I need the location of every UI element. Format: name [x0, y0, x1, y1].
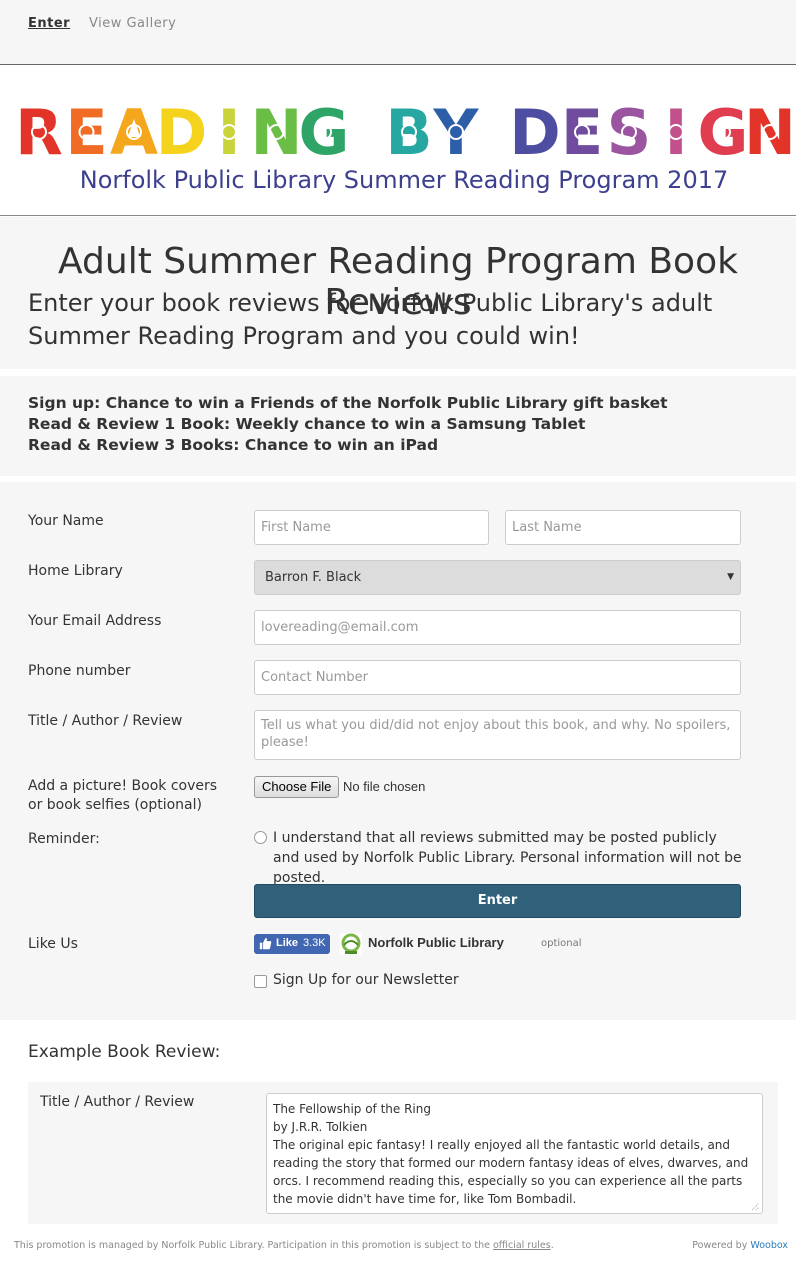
- banner-letter: N: [744, 96, 796, 169]
- banner-letter: D: [509, 96, 560, 169]
- powered-by-text: Powered by: [692, 1240, 748, 1251]
- banner-letter: A: [110, 96, 158, 169]
- banner-letter: Y: [433, 96, 480, 169]
- dropdown-caret-icon: ▼: [727, 572, 734, 582]
- nav-gallery-tab[interactable]: View Gallery: [89, 16, 176, 31]
- review-textarea[interactable]: Tell us what you did/did not enjoy about…: [254, 710, 741, 760]
- banner-letter-glyph: B: [385, 96, 432, 169]
- picture-label: Add a picture! Book covers or book selfi…: [28, 778, 218, 813]
- nav-enter-tab[interactable]: Enter: [28, 16, 70, 31]
- example-book-title: The Fellowship of the Ring: [273, 1102, 431, 1116]
- example-review-text: The original epic fantasy! I really enjo…: [273, 1138, 749, 1206]
- program-banner: READINGBYDESIGN Norfolk Public Library S…: [0, 66, 796, 216]
- banner-letter: R: [15, 96, 63, 169]
- banner-letter: B: [385, 96, 432, 169]
- banner-letter: G: [698, 96, 749, 169]
- facebook-page-name[interactable]: Norfolk Public Library: [368, 935, 504, 950]
- newsletter-checkbox[interactable]: [254, 975, 267, 988]
- banner-letter-glyph: G: [299, 96, 350, 169]
- prize-line: Sign up: Chance to win a Friends of the …: [28, 394, 668, 412]
- banner-letter: D: [156, 96, 207, 169]
- banner-letter: I: [217, 96, 240, 169]
- facebook-like-label: Like: [276, 937, 299, 949]
- banner-letter: S: [607, 96, 652, 169]
- banner-letter-glyph: D: [509, 96, 560, 169]
- footer-text: This promotion is managed by Norfolk Pub…: [14, 1240, 490, 1251]
- prize-line: Read & Review 3 Books: Chance to win an …: [28, 436, 439, 454]
- like-us-label: Like Us: [28, 936, 78, 952]
- email-label: Your Email Address: [28, 613, 162, 629]
- top-nav: Enter View Gallery: [0, 0, 796, 65]
- banner-letter-glyph: I: [217, 96, 240, 169]
- resize-handle-icon[interactable]: [750, 1201, 760, 1211]
- example-review-box: Title / Author / Review The Fellowship o…: [28, 1082, 778, 1224]
- example-label: Title / Author / Review: [40, 1094, 195, 1110]
- banner-letter-glyph: S: [607, 96, 652, 169]
- example-review-textarea[interactable]: The Fellowship of the Ring by J.R.R. Tol…: [266, 1093, 763, 1214]
- reminder-text: I understand that all reviews submitted …: [273, 830, 742, 886]
- banner-letter: E: [65, 96, 107, 169]
- banner-letter: I: [664, 96, 687, 169]
- file-status: No file chosen: [343, 779, 426, 794]
- library-label: Home Library: [28, 563, 123, 579]
- facebook-like-count: 3.3K: [303, 937, 326, 949]
- prizes-section: Sign up: Chance to win a Friends of the …: [0, 376, 796, 476]
- name-label: Your Name: [28, 513, 104, 529]
- banner-letter-glyph: D: [156, 96, 207, 169]
- phone-label: Phone number: [28, 663, 131, 679]
- newsletter-label: Sign Up for our Newsletter: [273, 972, 459, 988]
- banner-letter: G: [299, 96, 350, 169]
- banner-subtitle: Norfolk Public Library Summer Reading Pr…: [80, 166, 729, 194]
- example-book-author: by J.R.R. Tolkien: [273, 1120, 368, 1134]
- reminder-label: Reminder:: [28, 831, 100, 847]
- banner-letter: E: [561, 96, 603, 169]
- thumbs-up-icon: [259, 937, 272, 950]
- footer-powered: Powered by Woobox: [692, 1240, 788, 1251]
- facebook-like-button[interactable]: Like 3.3K: [254, 934, 330, 954]
- review-form: Your Name First Name Last Name Home Libr…: [0, 482, 796, 1020]
- reminder-radio[interactable]: [254, 831, 267, 844]
- enter-submit-button[interactable]: Enter: [254, 884, 741, 918]
- footer-disclaimer: This promotion is managed by Norfolk Pub…: [14, 1240, 554, 1251]
- banner-letter-glyph: N: [744, 96, 796, 169]
- banner-letter-glyph: I: [664, 96, 687, 169]
- banner-letter-glyph: G: [698, 96, 749, 169]
- banner-letter-glyph: A: [110, 96, 158, 169]
- review-label: Title / Author / Review: [28, 713, 183, 729]
- library-logo-icon: [340, 933, 362, 955]
- banner-letter: N: [251, 96, 303, 169]
- banner-letter-glyph: E: [65, 96, 107, 169]
- banner-letter-glyph: Y: [433, 96, 480, 169]
- home-library-value: Barron F. Black: [265, 570, 362, 585]
- banner-logo: R E AD I NG B Y D E S I GN Norfolk Public Library S…: [15, 96, 796, 194]
- banner-letter-glyph: N: [251, 96, 303, 169]
- banner-title-letters: R E AD I NG B Y D E S I GN: [15, 96, 796, 169]
- last-name-input[interactable]: Last Name: [505, 510, 741, 545]
- example-title: Example Book Review:: [28, 1042, 221, 1062]
- banner-letter-glyph: E: [561, 96, 603, 169]
- heading-section: Adult Summer Reading Program Book Review…: [0, 217, 796, 369]
- woobox-link[interactable]: Woobox: [750, 1240, 788, 1251]
- prize-line: Read & Review 1 Book: Weekly chance to w…: [28, 415, 586, 433]
- email-input[interactable]: lovereading@email.com: [254, 610, 741, 645]
- home-library-select[interactable]: Barron F. Black ▼: [254, 560, 741, 595]
- banner-letter-glyph: R: [15, 96, 63, 169]
- official-rules-link[interactable]: official rules: [493, 1240, 551, 1251]
- footer-period: .: [550, 1240, 554, 1251]
- optional-note: optional: [541, 938, 582, 949]
- choose-file-button[interactable]: Choose File: [254, 776, 340, 798]
- page-subtitle: Enter your book reviews for Norfolk Publ…: [28, 289, 713, 350]
- phone-input[interactable]: Contact Number: [254, 660, 741, 695]
- first-name-input[interactable]: First Name: [254, 510, 489, 545]
